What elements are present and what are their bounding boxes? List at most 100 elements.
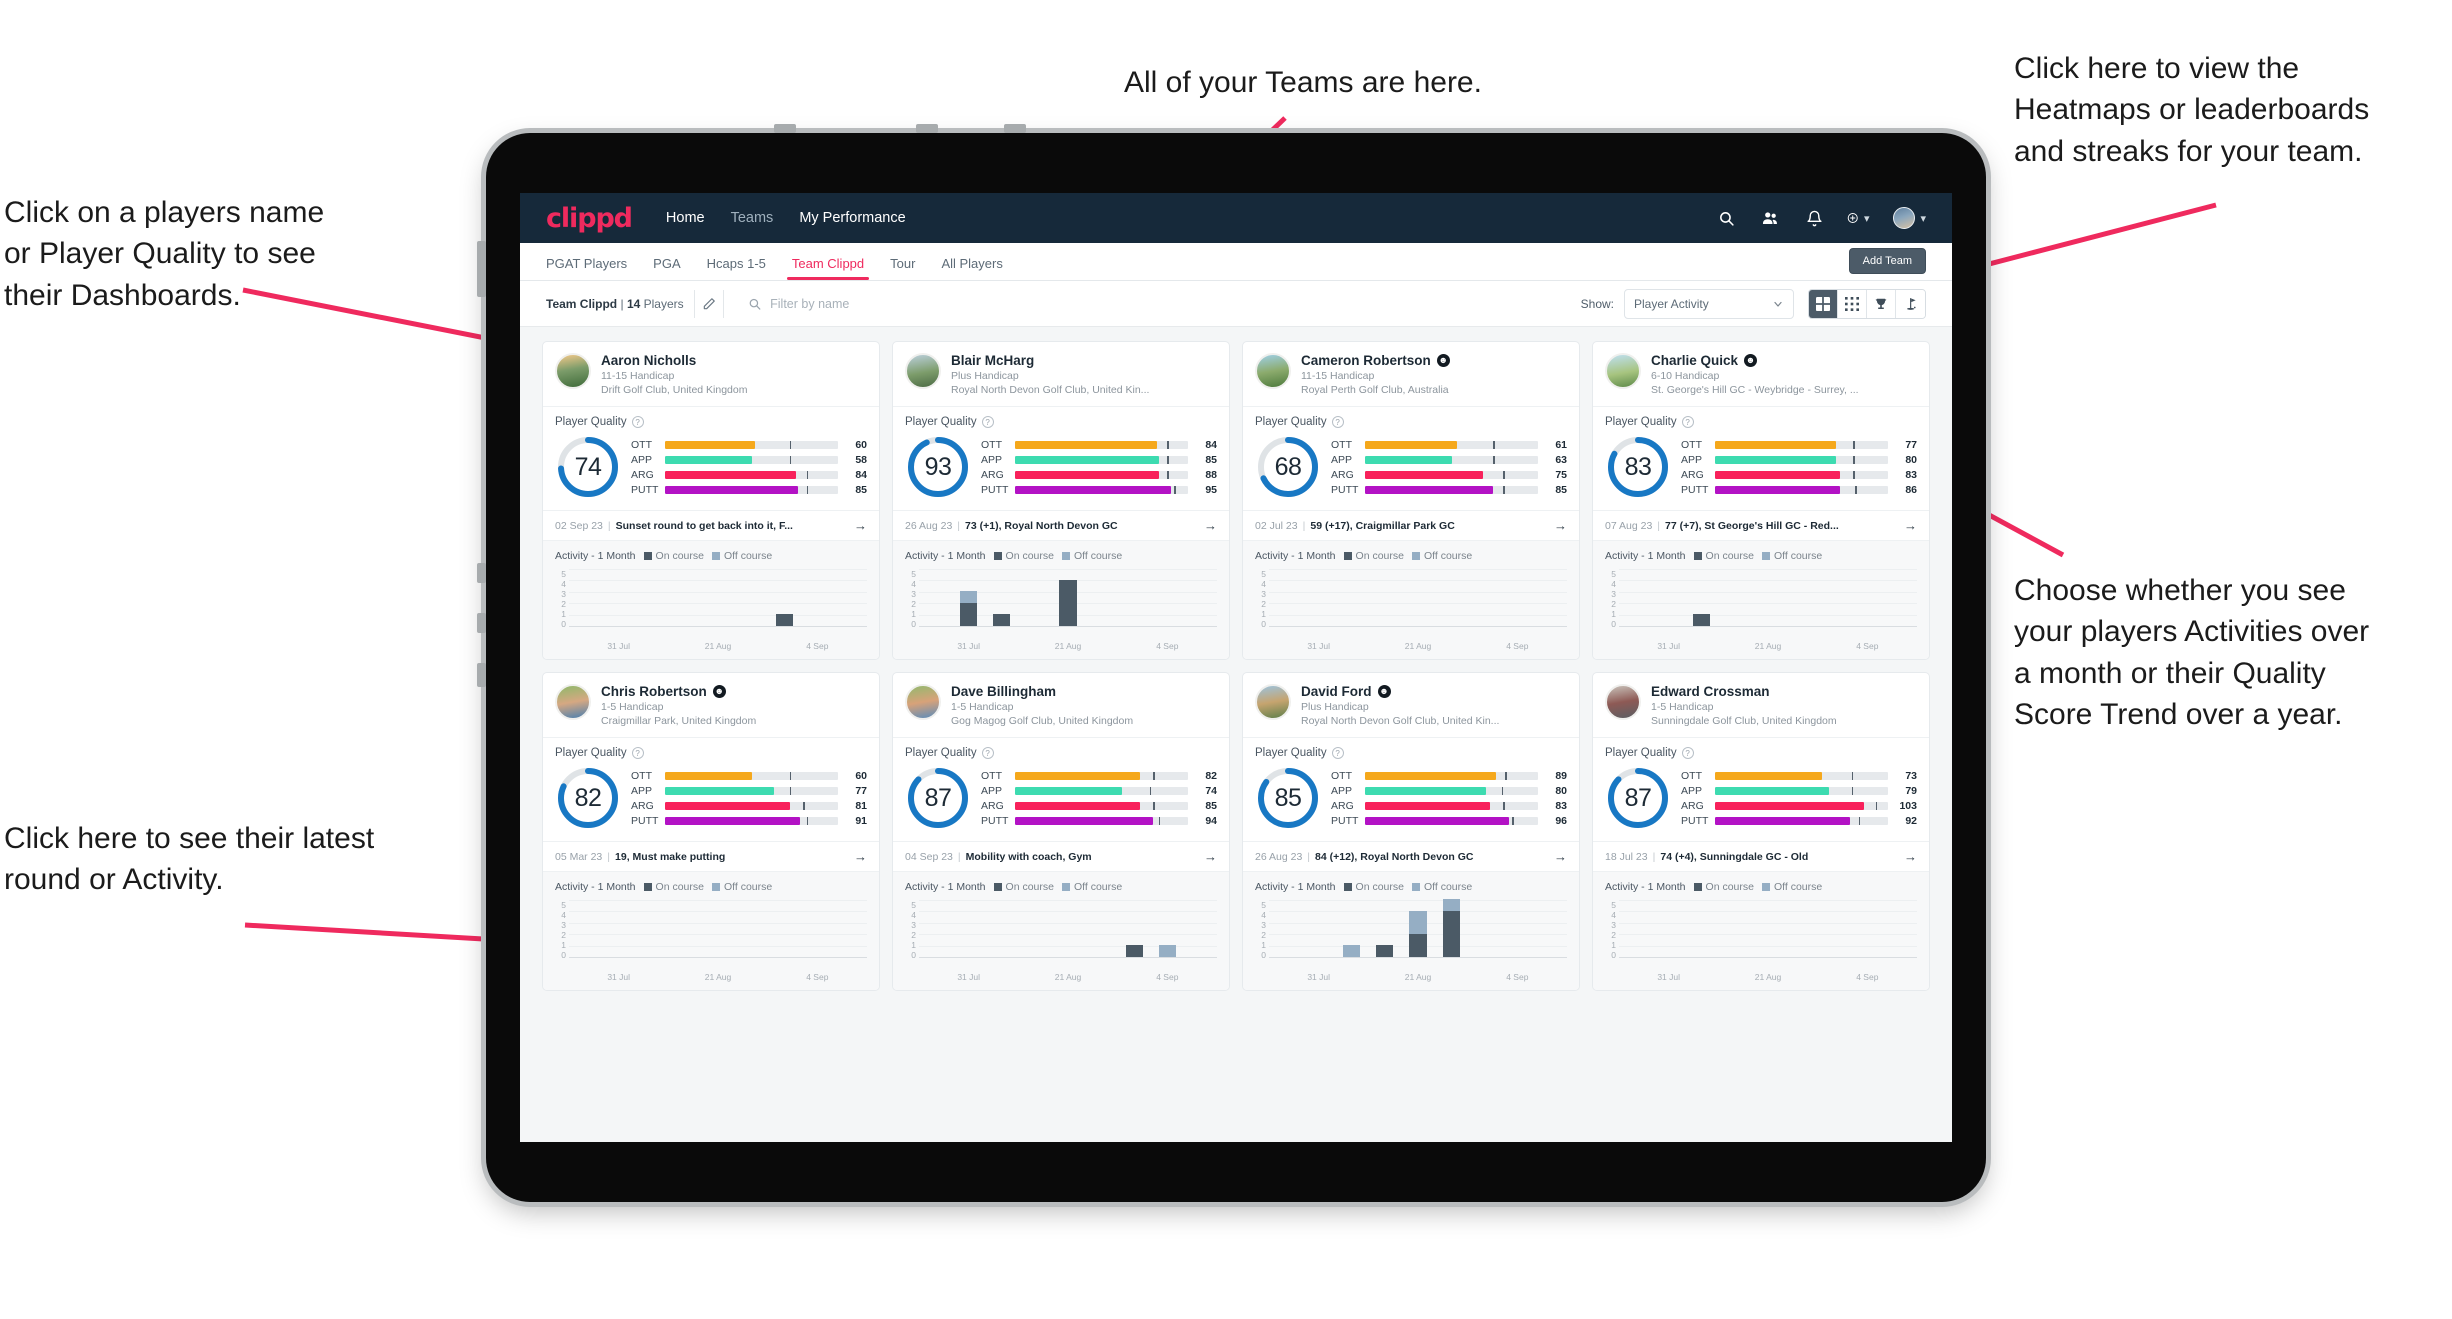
- show-dropdown[interactable]: Player Activity: [1624, 288, 1794, 319]
- latest-round-row[interactable]: 26 Aug 23 | 84 (+12), Royal North Devon GC…: [1243, 841, 1579, 871]
- trophy-view-button[interactable]: [1867, 289, 1896, 318]
- latest-round-row[interactable]: 26 Aug 23 | 73 (+1), Royal North Devon GC →: [893, 510, 1229, 540]
- player-name[interactable]: Charlie Quick ☻: [1651, 353, 1917, 368]
- arrow-right-icon[interactable]: →: [854, 849, 867, 864]
- quality-score-value: 74: [574, 452, 602, 481]
- help-icon[interactable]: ?: [1681, 416, 1694, 428]
- player-quality-section[interactable]: Player Quality? 85 OTT 89 APP 80 ARG 83 PUTT 96: [1243, 737, 1579, 841]
- player-name[interactable]: Dave Billingham: [951, 684, 1217, 699]
- chart-bar-stack: [960, 591, 978, 626]
- bell-icon[interactable]: [1803, 207, 1825, 229]
- latest-round-row[interactable]: 02 Jul 23 | 59 (+17), Craigmillar Park GC →: [1243, 510, 1579, 540]
- nav-link-my-performance[interactable]: My Performance: [799, 210, 905, 226]
- nav-link-teams[interactable]: Teams: [731, 210, 774, 226]
- add-team-button[interactable]: Add Team: [1848, 248, 1926, 274]
- flag-view-button[interactable]: [1896, 289, 1925, 318]
- tab-team-clippd[interactable]: Team Clippd: [779, 256, 877, 280]
- grid-small-view-button[interactable]: [1838, 289, 1867, 318]
- y-tick-label: 4: [911, 579, 916, 589]
- tab-pga[interactable]: PGA: [640, 256, 693, 280]
- metric-benchmark-tick: [1503, 485, 1505, 494]
- help-icon[interactable]: ?: [631, 747, 644, 759]
- player-quality-section[interactable]: Player Quality? 74 OTT 60 APP 58 ARG 84 PUTT 85: [543, 406, 879, 510]
- clippd-logo[interactable]: clippd: [546, 203, 633, 234]
- bar-segment-off-course: [1343, 945, 1361, 957]
- player-name[interactable]: Aaron Nicholls: [601, 353, 867, 368]
- player-quality-section[interactable]: Player Quality? 87 OTT 82 APP 74 ARG 85 PUTT 94: [893, 737, 1229, 841]
- arrow-right-icon[interactable]: →: [1554, 849, 1567, 864]
- nav-link-home[interactable]: Home: [666, 210, 705, 226]
- help-icon[interactable]: ?: [1681, 747, 1694, 759]
- pencil-icon[interactable]: [693, 289, 724, 318]
- help-icon[interactable]: ?: [631, 416, 644, 428]
- legend-on-course: On course: [643, 881, 704, 893]
- player-card[interactable]: Aaron Nicholls 11-15 Handicap Drift Golf C…: [542, 341, 880, 660]
- arrow-right-icon[interactable]: →: [854, 518, 867, 533]
- x-tick-label: 31 Jul: [1307, 641, 1330, 651]
- player-name[interactable]: Edward Crossman: [1651, 684, 1917, 699]
- player-card[interactable]: Chris Robertson ☻ 1-5 Handicap Craigmillar …: [542, 672, 880, 991]
- chart-bar-slot: [1619, 900, 1652, 957]
- latest-round-row[interactable]: 05 Mar 23 | 19, Must make putting →: [543, 841, 879, 871]
- player-card[interactable]: Blair McHarg Plus Handicap Royal North Dev…: [892, 341, 1230, 660]
- player-card[interactable]: David Ford ☻ Plus Handicap Royal North Devo…: [1242, 672, 1580, 991]
- player-name[interactable]: Cameron Robertson ☻: [1301, 353, 1567, 368]
- player-card[interactable]: Charlie Quick ☻ 6-10 Handicap St. George's …: [1592, 341, 1930, 660]
- player-quality-section[interactable]: Player Quality? 82 OTT 60 APP 77 ARG 81 PUTT 91: [543, 737, 879, 841]
- user-menu[interactable]: ▾: [1893, 207, 1926, 229]
- help-icon[interactable]: ?: [1331, 416, 1344, 428]
- help-icon[interactable]: ?: [1331, 747, 1344, 759]
- chart-bars: [1269, 569, 1567, 626]
- tab-pgat-players[interactable]: PGAT Players: [546, 256, 640, 280]
- quality-score-value: 87: [1624, 783, 1652, 812]
- player-quality-section[interactable]: Player Quality? 87 OTT 73 APP 79 ARG 103 PUTT 92: [1593, 737, 1929, 841]
- metric-bar-fill: [1715, 470, 1840, 479]
- y-tick-label: 0: [561, 619, 566, 629]
- tab-all-players[interactable]: All Players: [928, 256, 1015, 280]
- y-tick-label: 5: [911, 569, 916, 579]
- activity-chart: 543210: [905, 900, 1217, 968]
- player-card[interactable]: Edward Crossman 1-5 Handicap Sunningdale G…: [1592, 672, 1930, 991]
- metric-label: ARG: [1331, 468, 1354, 481]
- legend-swatch: [711, 552, 720, 560]
- latest-round-row[interactable]: 02 Sep 23 | Sunset round to get back into …: [543, 510, 879, 540]
- arrow-right-icon[interactable]: →: [1204, 849, 1217, 864]
- tab-hcaps-1-5[interactable]: Hcaps 1-5: [694, 256, 779, 280]
- verified-badge-icon: ☻: [1377, 685, 1391, 698]
- player-name[interactable]: Blair McHarg: [951, 353, 1217, 368]
- search-input[interactable]: [770, 296, 1368, 311]
- help-icon[interactable]: ?: [981, 416, 994, 428]
- search-field-wrapper[interactable]: [738, 289, 1378, 319]
- arrow-right-icon[interactable]: →: [1904, 518, 1917, 533]
- grid-large-view-button[interactable]: [1809, 289, 1838, 318]
- chart-bar-slot: [1652, 569, 1685, 626]
- players-word: Players: [643, 296, 684, 311]
- latest-round-row[interactable]: 07 Aug 23 | 77 (+7), St George's Hill GC -…: [1593, 510, 1929, 540]
- arrow-right-icon[interactable]: →: [1904, 849, 1917, 864]
- player-card[interactable]: Cameron Robertson ☻ 11-15 Handicap Royal Pe…: [1242, 341, 1580, 660]
- player-name-text: Aaron Nicholls: [601, 353, 697, 368]
- chart-bar-slot: [1851, 569, 1884, 626]
- arrow-right-icon[interactable]: →: [1554, 518, 1567, 533]
- search-icon[interactable]: [1715, 207, 1737, 229]
- people-icon[interactable]: [1759, 207, 1781, 229]
- arrow-right-icon[interactable]: →: [1204, 518, 1217, 533]
- plus-circle-icon[interactable]: ▾: [1847, 207, 1869, 229]
- latest-round-row[interactable]: 18 Jul 23 | 74 (+4), Sunningdale GC - Old →: [1593, 841, 1929, 871]
- player-name[interactable]: Chris Robertson ☻: [601, 684, 867, 699]
- metric-label: ARG: [1681, 799, 1704, 812]
- metric-value: 85: [1205, 799, 1217, 812]
- chart-bar-stack: [993, 614, 1011, 626]
- latest-round-row[interactable]: 04 Sep 23 | Mobility with coach, Gym →: [893, 841, 1229, 871]
- metric-benchmark-tick: [1167, 440, 1169, 449]
- player-name[interactable]: David Ford ☻: [1301, 684, 1567, 699]
- player-quality-section[interactable]: Player Quality? 68 OTT 61 APP 63 ARG 75 PUTT 85: [1243, 406, 1579, 510]
- player-quality-section[interactable]: Player Quality? 83 OTT 77 APP 80 ARG 83 PUTT 86: [1593, 406, 1929, 510]
- player-card[interactable]: Dave Billingham 1-5 Handicap Gog Magog Gol…: [892, 672, 1230, 991]
- legend-off-course: Off course: [1411, 550, 1472, 562]
- tab-tour[interactable]: Tour: [877, 256, 928, 280]
- metric-benchmark-tick: [789, 786, 792, 795]
- round-separator: |: [1657, 519, 1661, 532]
- help-icon[interactable]: ?: [981, 747, 994, 759]
- player-quality-section[interactable]: Player Quality? 93 OTT 84 APP 85 ARG 88 PUTT 95: [893, 406, 1229, 510]
